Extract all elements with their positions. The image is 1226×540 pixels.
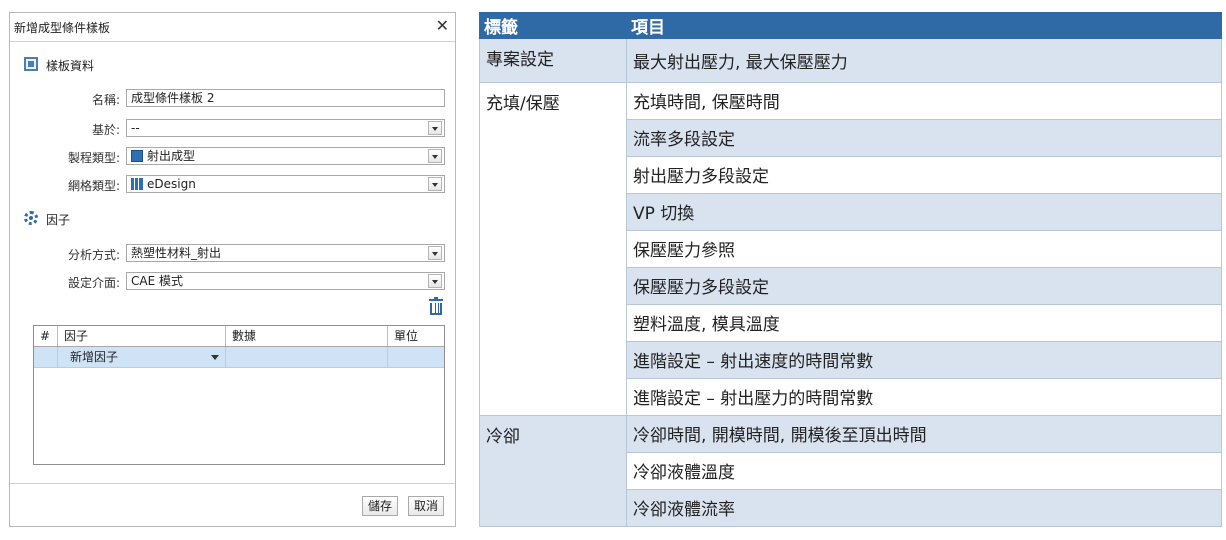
column-header-unit: 單位 [394,329,419,343]
new-factor-row[interactable]: 新增因子 [34,347,444,368]
item-cell: 冷卻液體溫度 [626,451,1222,490]
analysis-method-select[interactable]: 熱塑性材料_射出 [126,244,445,262]
chevron-down-icon[interactable] [428,121,442,135]
cancel-button[interactable]: 取消 [408,496,444,516]
item-cell: 保壓壓力參照 [626,229,1222,268]
factor-grid: # 因子 數據 單位 新增因子 [33,325,445,465]
table-row: 專案設定 最大射出壓力, 最大保壓壓力 [479,38,1222,83]
table-header-row: 標籤 項目 [479,12,1222,39]
template-info-icon [24,57,38,71]
delete-icon[interactable] [429,297,443,315]
name-value: 成型條件樣板 2 [131,91,215,105]
item-cell: VP 切換 [626,192,1222,231]
chevron-down-icon[interactable] [428,177,442,191]
item-cell: 射出壓力多段設定 [626,155,1222,194]
chevron-down-icon[interactable] [428,246,442,260]
item-cell: 冷卻液體流率 [626,488,1222,528]
tag-cell: 冷卻 [479,414,627,528]
save-button[interactable]: 儲存 [362,496,398,516]
analysis-method-value: 熱塑性材料_射出 [131,246,222,260]
mesh-type-label: 網格類型: [67,179,120,193]
mesh-type-select[interactable]: eDesign [126,175,445,193]
header-items: 項目 [626,12,1222,39]
section-factors: 因子 [46,213,71,227]
item-cell: 充填時間, 保壓時間 [626,81,1222,120]
item-cell: 進階設定 – 射出壓力的時間常數 [626,377,1222,416]
factor-grid-header: # 因子 數據 單位 [34,326,444,347]
gear-icon [24,211,38,225]
settings-table: 標籤 項目 專案設定 最大射出壓力, 最大保壓壓力 充填/保壓 充填時間, 保壓… [479,12,1222,528]
mesh-icon [131,178,143,190]
process-type-label: 製程類型: [67,151,120,165]
unit-cell[interactable] [388,347,444,367]
close-icon[interactable]: ✕ [436,16,449,35]
new-template-dialog: 新增成型條件樣板 ✕ 樣板資料 名稱: 成型條件樣板 2 基於: -- 製程類型… [9,12,456,527]
analysis-method-label: 分析方式: [67,248,120,262]
item-cell: 最大射出壓力, 最大保壓壓力 [626,38,1222,83]
new-factor-select[interactable]: 新增因子 [58,347,226,367]
item-cell: 進階設定 – 射出速度的時間常數 [626,340,1222,379]
based-on-value: -- [131,121,140,135]
data-cell[interactable] [226,347,388,367]
setting-interface-value: CAE 模式 [131,274,183,288]
process-type-value: 射出成型 [147,149,196,163]
chevron-down-icon[interactable] [211,355,219,360]
item-cell: 冷卻時間, 開模時間, 開模後至頂出時間 [626,414,1222,453]
header-tag: 標籤 [479,12,627,39]
new-factor-value: 新增因子 [70,350,119,364]
table-row: 冷卻 冷卻時間, 開模時間, 開模後至頂出時間 [479,414,1222,528]
process-type-select[interactable]: 射出成型 [126,147,445,165]
column-header-index: # [34,326,58,346]
setting-interface-select[interactable]: CAE 模式 [126,272,445,290]
item-cell: 流率多段設定 [626,118,1222,157]
column-header-data: 數據 [226,326,388,346]
dialog-title: 新增成型條件樣板 [14,21,111,35]
item-cell: 保壓壓力多段設定 [626,266,1222,305]
table-row: 充填/保壓 充填時間, 保壓時間 [479,81,1222,416]
setting-interface-label: 設定介面: [67,276,120,290]
row-index-cell [34,347,58,367]
based-on-select[interactable]: -- [126,119,445,137]
injection-molding-icon [131,150,143,162]
chevron-down-icon[interactable] [428,274,442,288]
dialog-title-bar: 新增成型條件樣板 ✕ [10,13,455,42]
name-label: 名稱: [91,93,120,107]
based-on-label: 基於: [91,123,120,137]
item-cell: 塑料溫度, 模具溫度 [626,303,1222,342]
chevron-down-icon[interactable] [428,149,442,163]
name-input[interactable]: 成型條件樣板 2 [126,89,445,107]
tag-cell: 充填/保壓 [479,81,627,416]
footer-divider [10,483,455,484]
tag-cell: 專案設定 [479,38,627,83]
section-template-info: 樣板資料 [46,59,95,73]
column-header-factor: 因子 [58,326,226,346]
mesh-type-value: eDesign [147,177,196,191]
